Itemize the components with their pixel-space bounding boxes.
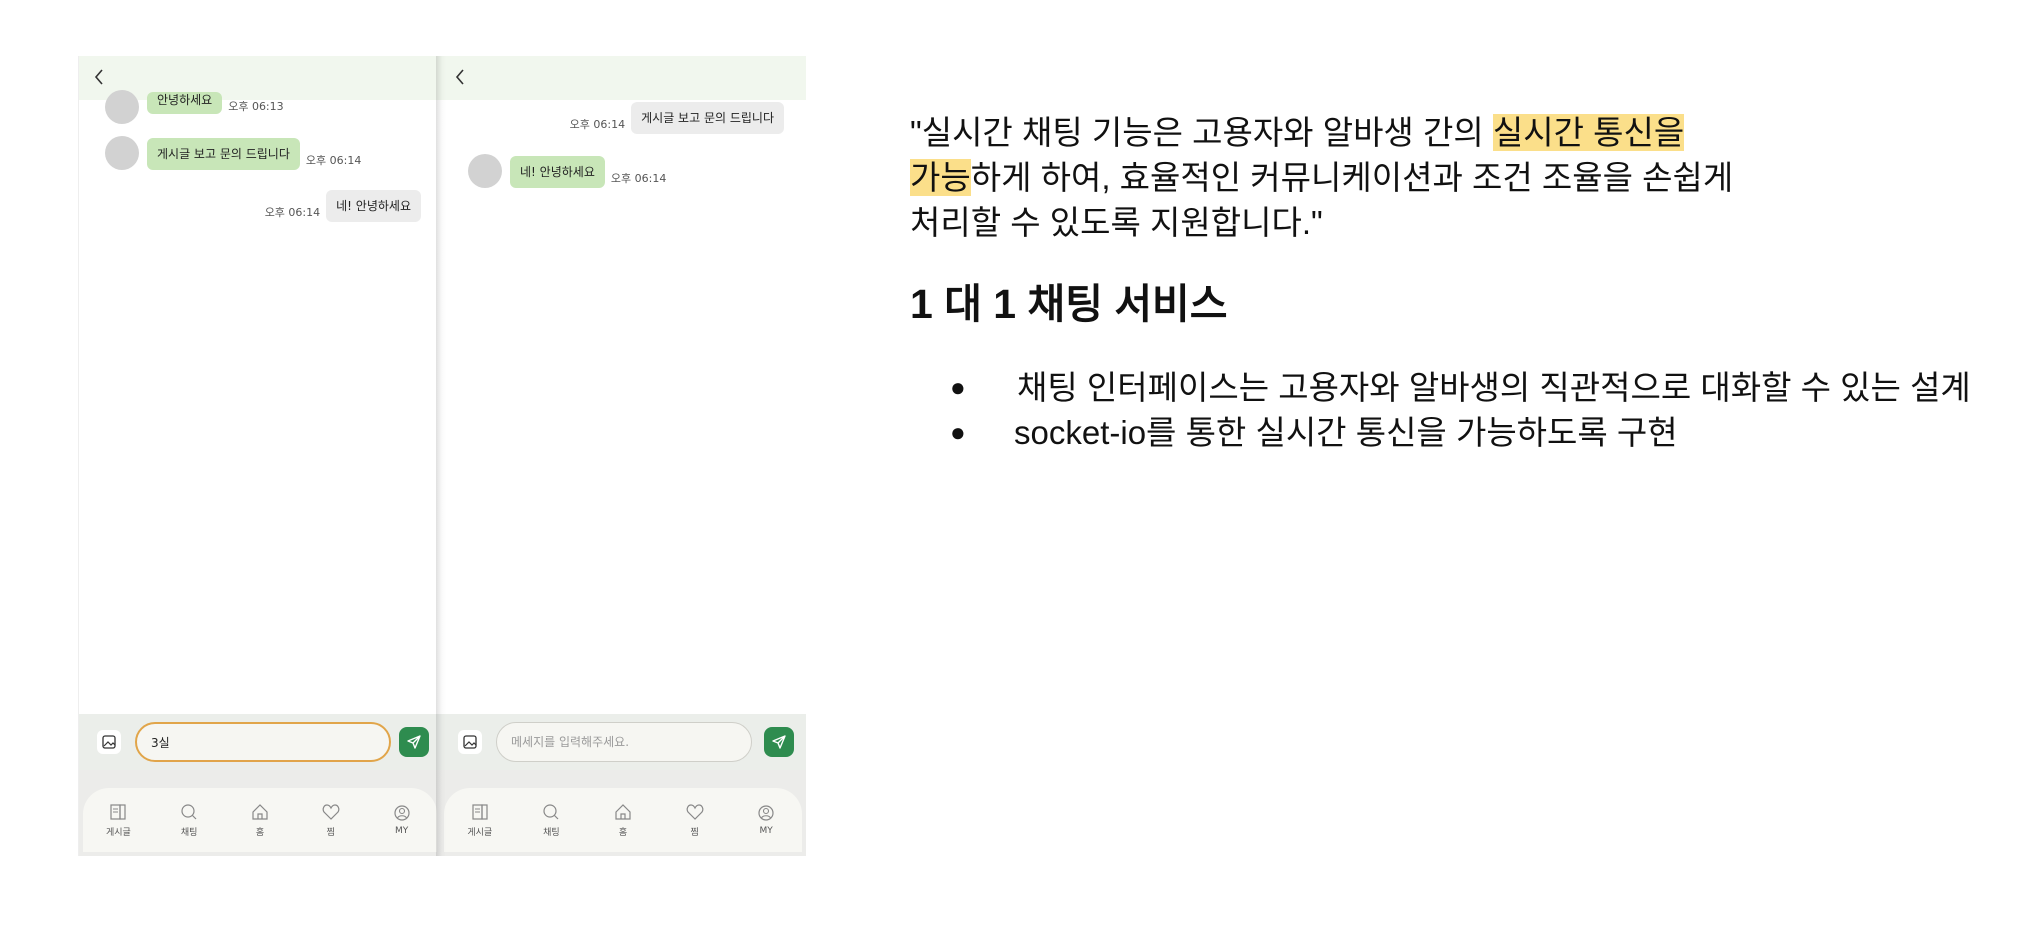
board-icon — [110, 803, 126, 820]
back-arrow-icon[interactable] — [454, 68, 468, 88]
message-row: 네! 안녕하세요 오후 06:14 — [468, 154, 672, 188]
quote-part: 처리할 수 있도록 지원합니다." — [910, 204, 1323, 241]
message-input-bar: 메세지를 입력해주세요. — [440, 714, 806, 770]
nav-label: 게시글 — [467, 827, 493, 838]
nav-item-board[interactable]: 게시글 — [454, 803, 506, 838]
quote-highlight: 실시간 통신을 — [1492, 114, 1685, 151]
bullet-item: ● 채팅 인터페이스는 고용자와 알바생의 직관적으로 대화할 수 있는 설계 — [910, 365, 2020, 410]
message-row: 게시글 보고 문의 드립니다 오후 06:14 — [105, 136, 367, 170]
home-icon — [615, 803, 631, 820]
bullet-dot-icon: ● — [950, 417, 966, 447]
bullet-text: socket-io를 통한 실시간 통신을 가능하도록 구현 — [1014, 414, 1678, 451]
profile-icon — [393, 805, 410, 821]
nav-label: 홈 — [618, 827, 628, 838]
section-heading: 1 대 1 채팅 서비스 — [910, 281, 1228, 327]
avatar — [468, 154, 502, 188]
profile-icon — [758, 805, 774, 821]
nav-item-chat[interactable]: 채팅 — [163, 803, 215, 838]
message-bubble: 게시글 보고 문의 드립니다 — [631, 102, 784, 134]
nav-label: 채팅 — [180, 827, 198, 838]
bullet-list: ● 채팅 인터페이스는 고용자와 알바생의 직관적으로 대화할 수 있는 설계 ●… — [910, 365, 2020, 455]
board-icon — [472, 803, 488, 820]
chat-icon — [543, 803, 559, 819]
nav-item-home[interactable]: 홈 — [234, 803, 286, 838]
message-bubble: 네! 안녕하세요 — [326, 190, 421, 222]
message-bubble: 네! 안녕하세요 — [510, 156, 605, 188]
message-time: 오후 06:13 — [228, 100, 284, 113]
image-icon — [102, 735, 116, 749]
bullet-text: 채팅 인터페이스는 고용자와 알바생의 직관적으로 대화할 수 있는 설계 — [1017, 369, 1971, 406]
quote-part: "실시간 채팅 기능은 고용자와 알바생 간의 — [910, 114, 1493, 151]
message-bubble: 게시글 보고 문의 드립니다 — [147, 138, 300, 170]
nav-item-my[interactable]: MY — [740, 804, 792, 836]
nav-label: MY — [394, 826, 409, 836]
send-icon — [407, 735, 421, 749]
image-icon — [463, 735, 477, 749]
send-button[interactable] — [764, 727, 794, 757]
message-bubble: 안녕하세요 — [147, 92, 223, 114]
quote-part: 하게 하여, 효율적인 커뮤니케이션과 조건 조율을 손쉽게 — [970, 159, 1734, 196]
send-icon — [772, 735, 786, 749]
avatar — [105, 90, 139, 124]
chat-screen-right: 오후 06:14 게시글 보고 문의 드립니다 네! 안녕하세요 오후 06:1… — [440, 56, 806, 856]
message-row: 오후 06:14 네! 안녕하세요 — [259, 190, 421, 222]
nav-item-chat[interactable]: 채팅 — [525, 803, 577, 838]
heart-icon — [686, 803, 703, 820]
bullet-item: ● socket-io를 통한 실시간 통신을 가능하도록 구현 — [910, 410, 2020, 455]
screen-divider — [436, 56, 446, 856]
bottom-nav: 게시글 채팅 홈 찜 MY — [83, 788, 437, 852]
nav-label: 홈 — [255, 827, 265, 838]
image-attach-button[interactable] — [97, 730, 121, 754]
nav-item-heart[interactable]: 찜 — [669, 803, 721, 838]
bottom-nav-area: 게시글 채팅 홈 찜 MY — [79, 770, 441, 856]
nav-label: 찜 — [690, 827, 699, 838]
back-arrow-icon[interactable] — [93, 68, 107, 88]
heart-icon — [322, 803, 340, 820]
quote-highlight: 가능 — [910, 159, 971, 196]
bottom-nav-area: 게시글 채팅 홈 찜 MY — [440, 770, 806, 856]
chat-icon — [181, 803, 197, 819]
chat-header — [440, 56, 806, 100]
message-time: 오후 06:14 — [610, 172, 667, 185]
message-row: 안녕하세요 오후 06:13 — [105, 90, 290, 124]
message-time: 오후 06:14 — [305, 154, 362, 167]
nav-item-board[interactable]: 게시글 — [92, 803, 144, 838]
send-button[interactable] — [399, 727, 429, 757]
nav-item-my[interactable]: MY — [376, 804, 428, 836]
message-input[interactable]: 메세지를 입력해주세요. — [496, 722, 752, 762]
bottom-nav: 게시글 채팅 홈 찜 MY — [444, 788, 802, 852]
bullet-dot-icon: ● — [950, 372, 966, 402]
nav-label: 채팅 — [543, 827, 560, 838]
chat-screen-left: 안녕하세요 오후 06:13 게시글 보고 문의 드립니다 오후 06:14 오… — [78, 56, 441, 856]
message-input[interactable]: 3실 — [135, 722, 391, 762]
nav-label: MY — [759, 826, 773, 836]
message-input-bar: 3실 — [79, 714, 441, 770]
nav-label: 찜 — [326, 827, 335, 838]
image-attach-button[interactable] — [458, 730, 482, 754]
nav-item-heart[interactable]: 찜 — [305, 803, 357, 838]
quote-text: "실시간 채팅 기능은 고용자와 알바생 간의 실시간 통신을가능하게 하여, … — [910, 110, 2020, 245]
home-icon — [252, 803, 268, 820]
avatar — [105, 136, 139, 170]
message-row: 오후 06:14 게시글 보고 문의 드립니다 — [564, 102, 784, 134]
nav-label: 게시글 — [105, 827, 131, 838]
message-time: 오후 06:14 — [264, 206, 321, 219]
message-time: 오후 06:14 — [569, 118, 626, 131]
nav-item-home[interactable]: 홈 — [597, 803, 649, 838]
slide-content: "실시간 채팅 기능은 고용자와 알바생 간의 실시간 통신을가능하게 하여, … — [910, 110, 2020, 455]
